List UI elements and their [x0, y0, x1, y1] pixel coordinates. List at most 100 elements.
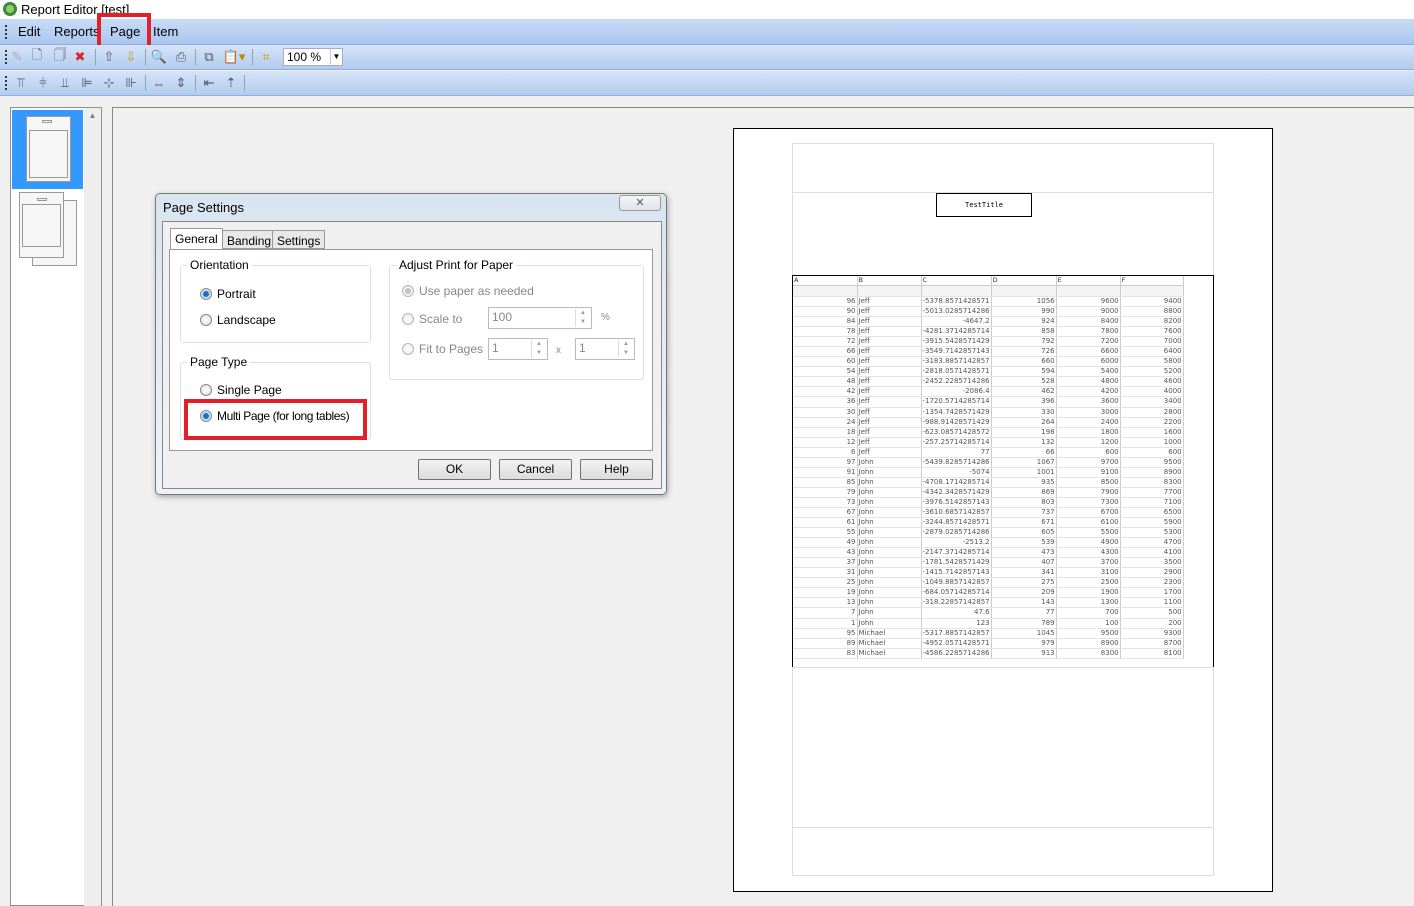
move-down-icon[interactable]: ⇩ [122, 48, 140, 66]
column-header[interactable]: F [1120, 276, 1184, 286]
ok-button[interactable]: OK [418, 459, 491, 480]
fit-icon[interactable]: ⌗ [257, 48, 275, 66]
table-cell: Jeff [857, 306, 922, 318]
tab-banding[interactable]: Banding [222, 230, 277, 249]
space-vertical-icon[interactable]: ⇡ [222, 74, 240, 92]
table-cell: 43 [793, 547, 858, 559]
spinner-arrows-icon[interactable]: ▲ ▼ [618, 340, 633, 358]
page-thumb-multi[interactable] [12, 190, 83, 270]
portrait-label[interactable]: Portrait [217, 287, 256, 301]
menu-reports[interactable]: Reports [54, 24, 100, 39]
align-bottom-icon[interactable]: ⫫ [56, 74, 74, 92]
scale-input[interactable]: 100 ▲ ▼ [488, 307, 592, 329]
table-cell: 1100 [1120, 597, 1184, 609]
use-paper-label[interactable]: Use paper as needed [419, 284, 534, 298]
scroll-up-icon[interactable]: ▲ [84, 111, 101, 120]
table-cell: 4300 [1056, 547, 1121, 559]
table-cell: 3400 [1120, 396, 1184, 408]
page-thumb-single-selected[interactable] [12, 110, 83, 189]
table-cell: -5378.8571428571 [921, 296, 992, 308]
fit-to-pages-label[interactable]: Fit to Pages [419, 342, 483, 356]
table-row: 43 John -2147.3714285714 473 4300 4100 [793, 547, 1184, 559]
page-header-band[interactable] [792, 143, 1214, 193]
space-horizontal-icon[interactable]: ⇤ [200, 74, 218, 92]
table-cell: 48 [793, 376, 858, 388]
tab-settings[interactable]: Settings [272, 230, 326, 249]
column-header[interactable]: E [1056, 276, 1121, 286]
page-footer-band[interactable] [792, 827, 1214, 876]
menu-edit[interactable]: Edit [18, 24, 40, 39]
table-cell: -1354.7428571429 [921, 407, 992, 418]
adjust-print-legend: Adjust Print for Paper [396, 258, 517, 272]
report-title-box[interactable]: TestTitle [936, 193, 1032, 217]
table-cell: 7900 [1056, 487, 1121, 498]
same-height-icon[interactable]: ⇕ [172, 74, 190, 92]
single-page-label[interactable]: Single Page [217, 383, 282, 397]
table-cell: 78 [793, 326, 858, 338]
use-paper-radio[interactable] [402, 285, 414, 297]
paste-icon[interactable]: 📋▾ [222, 48, 246, 66]
zoom-select[interactable]: 100 % ▼ [283, 48, 343, 66]
table-cell: 924 [991, 316, 1057, 328]
help-button[interactable]: Help [580, 459, 653, 480]
landscape-radio[interactable] [200, 314, 212, 326]
align-top-icon[interactable]: ⫪ [12, 74, 30, 92]
scale-value: 100 [492, 310, 513, 324]
align-middle-icon[interactable]: ⫩ [34, 74, 52, 92]
table-cell: 5400 [1056, 366, 1121, 378]
table-cell: 539 [991, 537, 1057, 549]
detail-band[interactable] [792, 667, 1214, 828]
scale-to-radio[interactable] [402, 313, 414, 325]
table-cell: 330 [991, 407, 1057, 418]
close-button[interactable]: ✕ [619, 195, 661, 211]
print-icon[interactable]: ⎙ [172, 48, 190, 66]
align-right-icon[interactable]: ⊪ [122, 74, 140, 92]
table-blank-row [793, 285, 1184, 297]
table-cell: John [857, 597, 922, 609]
preview-icon[interactable]: 🔍 [150, 48, 168, 66]
column-header[interactable]: D [991, 276, 1057, 286]
page-list-scrollbar[interactable]: ▲ [84, 108, 101, 906]
table-cell: Jeff [857, 417, 922, 428]
scale-to-label[interactable]: Scale to [419, 312, 462, 326]
fit-width-input[interactable]: 1 ▲ ▼ [488, 338, 548, 360]
table-cell: 1600 [1120, 427, 1184, 438]
move-up-icon[interactable]: ⇧ [100, 48, 118, 66]
table-cell: -4952.0571428571 [921, 638, 992, 649]
copy-page-icon[interactable]: 🗍 [51, 47, 69, 66]
table-cell: 600 [1056, 447, 1121, 458]
chevron-down-icon[interactable]: ▼ [330, 49, 342, 65]
report-table[interactable]: A B C D E F 96 Jeff -5378.8571428571 1056 9600 9400… [792, 275, 1214, 668]
table-cell: John [857, 587, 922, 599]
copy-icon[interactable]: ⧉ [200, 48, 218, 66]
fit-to-pages-radio[interactable] [402, 343, 414, 355]
separator [145, 49, 146, 65]
table-cell: 6700 [1056, 507, 1121, 519]
single-page-radio[interactable] [200, 384, 212, 396]
column-header[interactable]: A [793, 276, 858, 286]
align-center-icon[interactable]: ⊹ [100, 74, 118, 92]
table-cell: 8200 [1120, 316, 1184, 328]
fit-height-input[interactable]: 1 ▲ ▼ [575, 338, 635, 360]
spinner-arrows-icon[interactable]: ▲ ▼ [531, 340, 546, 358]
delete-icon[interactable]: ✖ [71, 48, 89, 66]
column-header[interactable]: B [857, 276, 922, 286]
spinner-arrows-icon[interactable]: ▲ ▼ [575, 309, 590, 327]
table-cell: 8500 [1056, 477, 1121, 488]
cancel-button[interactable]: Cancel [499, 459, 572, 480]
blank-cell [1056, 285, 1121, 297]
table-cell: 84 [793, 316, 858, 328]
tab-general[interactable]: General [170, 228, 223, 249]
menu-item[interactable]: Item [153, 24, 178, 39]
portrait-radio[interactable] [200, 288, 212, 300]
table-cell: 1045 [991, 628, 1057, 639]
landscape-label[interactable]: Landscape [217, 313, 276, 327]
table-cell: Jeff [857, 336, 922, 348]
same-width-icon[interactable]: ⇔ [150, 74, 168, 92]
column-header[interactable]: C [921, 276, 992, 286]
align-left-icon[interactable]: ⊫ [78, 74, 96, 92]
title-bar: Report Editor [test] [0, 0, 1414, 19]
new-report-icon[interactable]: ✎ [8, 48, 26, 66]
new-page-icon[interactable]: 🗋 [28, 47, 46, 66]
table-cell: 6500 [1120, 507, 1184, 519]
